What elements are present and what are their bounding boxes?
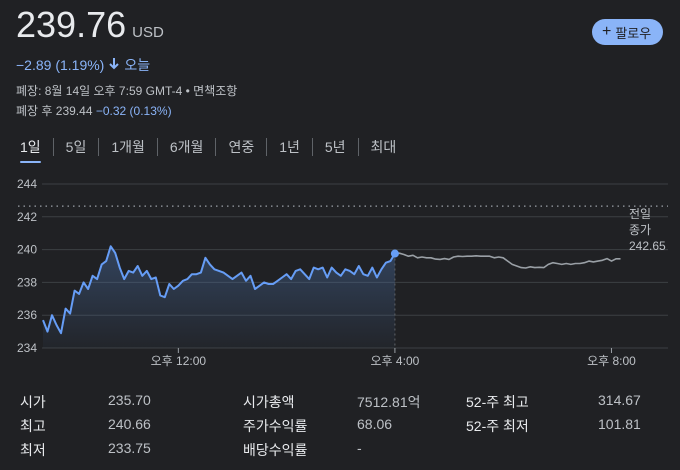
price-value: 239.76 USD (16, 4, 164, 46)
price-currency: USD (132, 24, 164, 41)
stat-label: 52-주 최고 (466, 394, 529, 410)
stat-label: 최저 (20, 442, 46, 458)
follow-label: 팔로우 (615, 25, 652, 41)
after-hours-info: 폐장 후 239.44 −0.32 (0.13%) (16, 102, 172, 119)
y-tick-label: 236 (17, 308, 37, 322)
stat-item: 주가수익률 68.06 (243, 416, 392, 436)
stat-value: 68.06 (357, 416, 393, 432)
x-tick-label: 오후 12:00 (151, 354, 207, 368)
stat-item: 시가 235.70 (20, 392, 151, 412)
stat-value: 233.75 (108, 440, 151, 456)
stat-label: 시가 (20, 394, 46, 410)
y-tick-label: 238 (17, 275, 37, 289)
follow-button[interactable]: + 팔로우 (592, 19, 664, 45)
y-tick-label: 242 (17, 210, 37, 224)
price-number: 239.76 (16, 4, 127, 45)
tab-range[interactable]: 최대 (359, 137, 409, 157)
stat-item: 52-주 최저 101.81 (466, 416, 641, 436)
stat-item: 52-주 최고 314.67 (466, 392, 641, 412)
after-hours-line (394, 252, 621, 269)
after-hours-change: −0.32 (0.13%) (95, 104, 172, 118)
tab-range[interactable]: 1일 (8, 137, 53, 163)
tab-range[interactable]: 6개월 (158, 137, 216, 157)
tab-range[interactable]: 1개월 (99, 137, 157, 157)
after-hours-price: 폐장 후 239.44 (16, 104, 93, 118)
stat-value: 240.66 (108, 416, 151, 432)
stat-item: 시가총액 7512.81억 (243, 392, 421, 412)
stat-label: 배당수익률 (243, 442, 308, 458)
close-info: 폐장: 8월 14일 오후 7:59 GMT-4 • 면책조항 (16, 84, 238, 98)
stat-value: 235.70 (108, 392, 151, 408)
change-value: −2.89 (1.19%) (16, 57, 105, 73)
y-tick-label: 240 (17, 243, 37, 257)
y-tick-label: 234 (17, 341, 37, 355)
stat-value: - (357, 440, 362, 456)
stat-label: 주가수익률 (243, 418, 308, 434)
tab-range[interactable]: 5년 (313, 137, 358, 157)
stat-label: 시가총액 (243, 394, 295, 410)
previous-close-label: 242.65 (629, 239, 666, 253)
regular-session-area (43, 246, 395, 348)
stat-value: 7512.81억 (357, 394, 421, 410)
price-chart: 234 236 238 240 242 244 전일종가 242.65 오후 12:00 오후 4… (17, 177, 668, 368)
previous-close-label: 전일 (629, 207, 651, 221)
stat-item: 최고 240.66 (20, 416, 151, 436)
stat-label: 52-주 최저 (466, 418, 529, 434)
stat-label: 최고 (20, 418, 46, 434)
stat-item: 최저 233.75 (20, 440, 151, 460)
stat-value: 101.81 (598, 416, 641, 432)
arrow-down-icon (108, 57, 120, 73)
x-tick-label: 오후 4:00 (371, 354, 420, 368)
stat-item: 배당수익률 - (243, 440, 362, 460)
plus-icon: + (602, 23, 612, 40)
range-tabs: 1일 5일 1개월 6개월 연중 1년 5년 최대 (8, 135, 409, 163)
tab-range[interactable]: 연중 (216, 137, 266, 157)
previous-close-label: 종가 (629, 223, 651, 237)
tab-range[interactable]: 1년 (267, 137, 312, 157)
stat-value: 314.67 (598, 392, 641, 408)
tab-range[interactable]: 5일 (54, 137, 99, 157)
current-price-dot (390, 249, 399, 258)
x-tick-label: 오후 8:00 (587, 354, 636, 368)
change-period: 오늘 (124, 57, 151, 73)
y-tick-label: 244 (17, 177, 37, 191)
price-change: −2.89 (1.19%) 오늘 (16, 55, 150, 75)
